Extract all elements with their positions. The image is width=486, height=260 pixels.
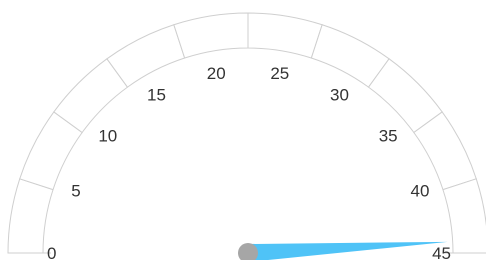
gauge-tick-label: 5 — [71, 181, 80, 200]
gauge-tick-label: 20 — [207, 64, 226, 83]
gauge-needle-group — [238, 241, 448, 260]
gauge-band — [173, 12, 249, 59]
gauge-band — [7, 178, 54, 254]
gauge-tick-label: 0 — [47, 244, 56, 260]
gauge-tick-label: 30 — [330, 86, 349, 105]
gauge-band — [442, 178, 486, 254]
gauge-bands — [7, 12, 486, 254]
gauge-tick-label: 35 — [379, 126, 398, 145]
gauge-band — [247, 12, 323, 59]
gauge-tick-label: 45 — [432, 244, 451, 260]
gauge-needle — [247, 241, 448, 260]
gauge-tick-label: 15 — [147, 86, 166, 105]
gauge-chart: 0 5 10 15 20 25 30 35 40 45 — [7, 12, 486, 260]
gauge-tick-label: 40 — [411, 181, 430, 200]
gauge-tick-label: 25 — [270, 64, 289, 83]
gauge-tick-label: 10 — [98, 126, 117, 145]
